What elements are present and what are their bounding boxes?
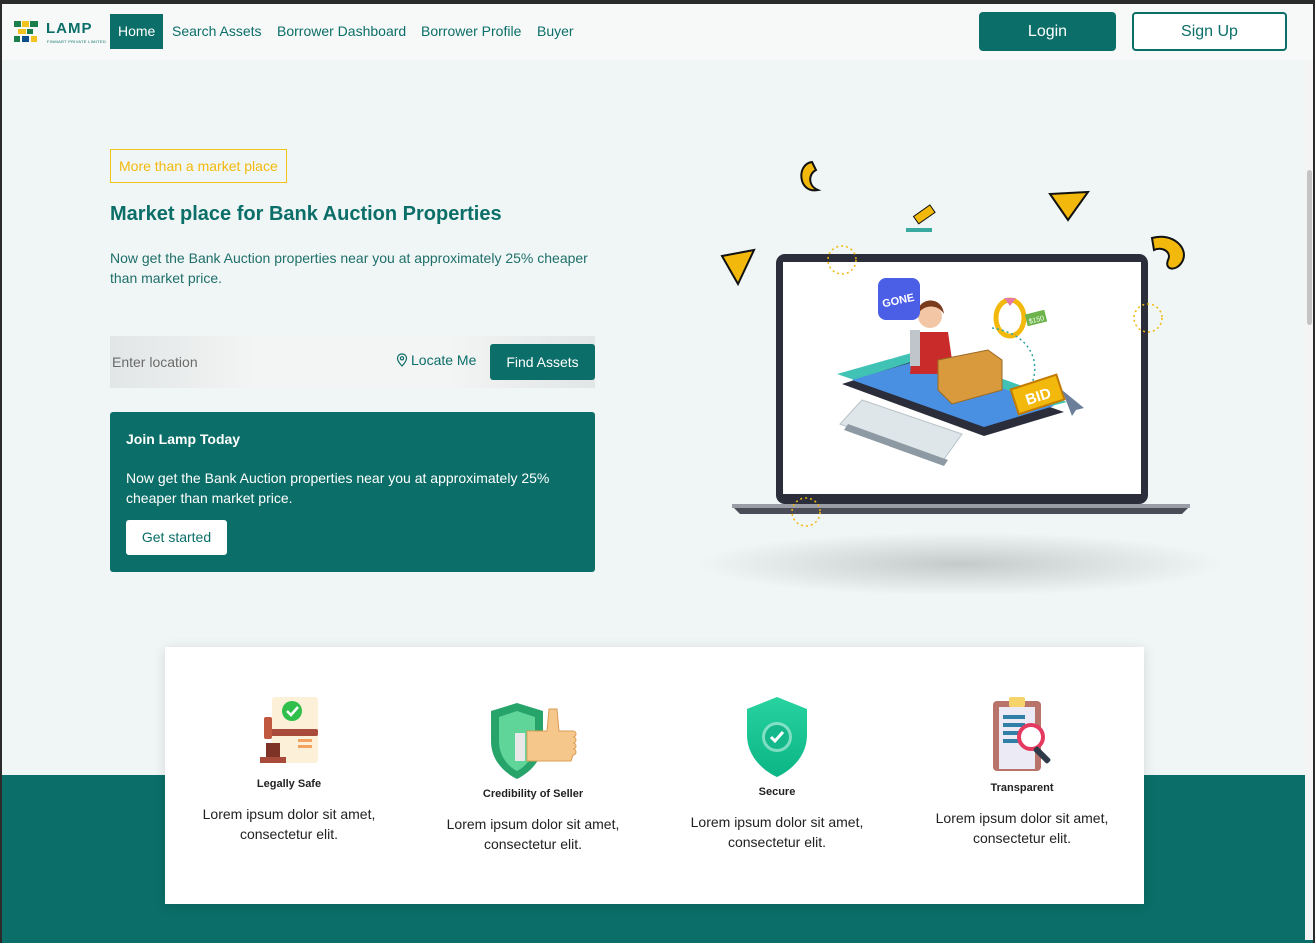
locate-me-label: Locate Me <box>411 352 477 368</box>
feature-title: Legally Safe <box>256 778 322 790</box>
locate-me-button[interactable]: Locate Me <box>396 352 476 368</box>
feature-desc: Lorem ipsum dolor sit amet, consectetur … <box>202 806 376 842</box>
feature-transparent: Transparent Lorem ipsum dolor sit amet, … <box>922 695 1122 848</box>
scrollbar-thumb[interactable] <box>1307 170 1312 325</box>
login-button[interactable]: Login <box>979 12 1116 51</box>
hero-subtitle: Now get the Bank Auction properties near… <box>110 250 588 286</box>
page-scrollbar[interactable] <box>1305 60 1313 940</box>
location-search-bar: Locate Me Find Assets <box>110 336 595 388</box>
feature-desc: Lorem ipsum dolor sit amet, consectetur … <box>690 814 864 850</box>
top-navbar: LAMP FINMART PRIVATE LIMITED Home Search… <box>2 4 1313 60</box>
feature-legally-safe: Legally Safe Lorem ipsum dolor sit amet,… <box>189 693 389 844</box>
feature-secure: Secure Lorem ipsum dolor sit amet, conse… <box>677 695 877 852</box>
lamp-logo[interactable]: LAMP FINMART PRIVATE LIMITED <box>14 18 106 46</box>
clipboard-search-icon <box>993 697 1051 771</box>
feature-credibility: Credibility of Seller Lorem ipsum dolor … <box>433 701 633 854</box>
location-pin-icon <box>396 353 408 367</box>
features-card: Legally Safe Lorem ipsum dolor sit amet,… <box>165 647 1144 904</box>
join-title: Join Lamp Today <box>126 431 241 447</box>
get-started-button[interactable]: Get started <box>126 520 227 555</box>
logo-text: LAMP <box>46 20 93 37</box>
find-assets-button[interactable]: Find Assets <box>490 344 595 380</box>
nav-home[interactable]: Home <box>110 14 164 49</box>
gavel-document-icon <box>260 697 318 763</box>
page: LAMP FINMART PRIVATE LIMITED Home Search… <box>2 4 1313 943</box>
shield-check-icon <box>747 697 807 777</box>
feature-desc: Lorem ipsum dolor sit amet, consectetur … <box>446 816 620 852</box>
hero-title: Market place for Bank Auction Properties <box>110 203 502 225</box>
location-input[interactable] <box>110 336 380 388</box>
feature-title: Secure <box>758 786 796 798</box>
feature-title: Credibility of Seller <box>482 788 584 800</box>
join-card: Join Lamp Today Now get the Bank Auction… <box>110 412 595 572</box>
auction-laptop-illustration: GONE $150 BID <box>695 160 1225 594</box>
logo-tagline: FINMART PRIVATE LIMITED <box>47 39 107 44</box>
lamp-logo-icon <box>14 21 38 42</box>
join-text: Now get the Bank Auction properties near… <box>126 470 550 506</box>
feature-title: Transparent <box>990 782 1054 794</box>
signup-button[interactable]: Sign Up <box>1132 12 1287 51</box>
nav-borrower-dashboard[interactable]: Borrower Dashboard <box>269 14 414 49</box>
nav-buyer[interactable]: Buyer <box>529 14 582 49</box>
nav-borrower-profile[interactable]: Borrower Profile <box>413 14 529 49</box>
feature-desc: Lorem ipsum dolor sit amet, consectetur … <box>935 810 1109 846</box>
hero-tag: More than a market place <box>110 149 287 183</box>
shield-thumbs-up-icon <box>491 703 577 779</box>
nav-search-assets[interactable]: Search Assets <box>164 14 270 49</box>
